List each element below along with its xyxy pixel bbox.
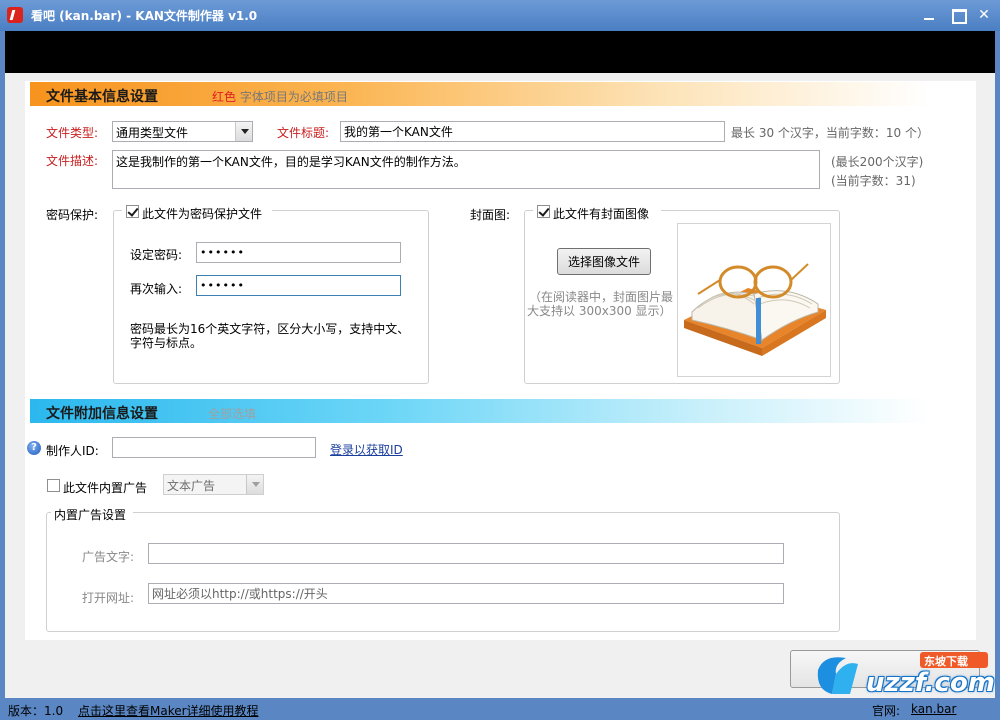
file-title-hint: 最长 30 个汉字，当前字数：10 个） xyxy=(731,126,929,140)
watermark-text: uzzf.com xyxy=(866,668,995,698)
help-icon[interactable]: ? xyxy=(27,441,41,455)
status-bar: 版本：1.0 点击这里查看Maker详细使用教程 官网: kan.bar xyxy=(0,698,1000,720)
login-for-id-link[interactable]: 登录以获取ID xyxy=(330,441,403,458)
ad-url-label: 打开网址: xyxy=(82,591,135,605)
ad-text-label: 广告文字: xyxy=(82,550,135,564)
version-text: 版本：1.0 xyxy=(8,704,64,718)
section-extra-title: 文件附加信息设置 xyxy=(46,406,158,422)
file-desc-hint-max: (最长200个汉字) xyxy=(831,155,924,169)
password-groupbox xyxy=(113,210,429,384)
section-basic-note-red: 红色 xyxy=(212,90,237,104)
chevron-down-icon xyxy=(246,475,263,494)
minimize-button[interactable] xyxy=(918,4,942,26)
file-desc-hint-count: (当前字数：31) xyxy=(831,174,916,188)
maker-id-input[interactable] xyxy=(112,437,316,458)
set-password-input[interactable] xyxy=(196,242,401,263)
section-basic-header: 文件基本信息设置 红色 字体项目为必填项目 xyxy=(30,82,930,106)
password-note-line2: 字符与标点。 xyxy=(130,336,203,350)
repeat-password-input[interactable] xyxy=(196,275,401,296)
file-desc-textarea[interactable]: 这是我制作的第一个KAN文件，目的是学习KAN文件的制作方法。 xyxy=(112,150,820,189)
file-title-label: 文件标题: xyxy=(277,126,330,140)
password-label: 密码保护: xyxy=(46,208,99,222)
cover-label: 封面图: xyxy=(470,208,511,222)
set-password-label: 设定密码: xyxy=(130,248,183,262)
section-extra-note: 全部选填 xyxy=(208,407,257,421)
help-tutorial-link[interactable]: 点击这里查看Maker详细使用教程 xyxy=(78,702,259,719)
file-type-label: 文件类型: xyxy=(46,126,99,140)
ad-type-value: 文本广告 xyxy=(167,479,216,493)
cover-preview xyxy=(677,223,831,377)
title-bar: 看吧 (kan.bar) - KAN文件制作器 v1.0 ✕ xyxy=(0,0,1000,31)
ad-checkbox[interactable] xyxy=(47,479,60,492)
close-button[interactable]: ✕ xyxy=(972,4,996,26)
chevron-down-icon xyxy=(235,122,252,141)
ad-settings-groupbox xyxy=(46,512,840,632)
section-extra-header: 文件附加信息设置 全部选填 xyxy=(30,399,930,423)
app-logo-icon xyxy=(7,7,23,23)
cover-checkbox-label[interactable]: 此文件有封面图像 xyxy=(553,205,649,222)
maker-id-label: 制作人ID: xyxy=(46,444,99,458)
window-title: 看吧 (kan.bar) - KAN文件制作器 v1.0 xyxy=(31,9,258,23)
uzzf-watermark: uzzf.com 东坡下载 xyxy=(812,650,995,702)
site-label: 官网: xyxy=(872,704,901,718)
ad-checkbox-label[interactable]: 此文件内置广告 xyxy=(63,479,147,496)
cover-note-line2: 大支持以 300x300 显示） xyxy=(527,304,672,318)
password-checkbox-label[interactable]: 此文件为密码保护文件 xyxy=(142,205,262,222)
maximize-button[interactable] xyxy=(946,4,970,26)
section-basic-title: 文件基本信息设置 xyxy=(46,89,158,105)
watermark-badge: 东坡下载 xyxy=(924,655,968,668)
repeat-password-label: 再次输入: xyxy=(130,282,183,296)
file-desc-label: 文件描述: xyxy=(46,154,99,168)
cover-checkbox[interactable] xyxy=(537,205,550,218)
ad-url-input[interactable] xyxy=(148,583,784,604)
open-book-with-glasses-icon xyxy=(684,263,826,356)
banner-area xyxy=(5,31,995,73)
section-basic-note-rest: 字体项目为必填项目 xyxy=(239,90,348,104)
password-checkbox[interactable] xyxy=(126,205,139,218)
file-type-select[interactable]: 通用类型文件 xyxy=(112,121,253,142)
site-link[interactable]: kan.bar xyxy=(911,702,956,716)
select-image-button[interactable]: 选择图像文件 xyxy=(557,248,651,275)
ad-text-input[interactable] xyxy=(148,543,784,564)
file-title-input[interactable] xyxy=(340,121,725,142)
section-basic-note: 红色 字体项目为必填项目 xyxy=(212,88,348,105)
ad-type-select[interactable]: 文本广告 xyxy=(163,474,264,495)
ad-settings-title: 内置广告设置 xyxy=(54,508,127,522)
file-type-value: 通用类型文件 xyxy=(116,126,189,140)
